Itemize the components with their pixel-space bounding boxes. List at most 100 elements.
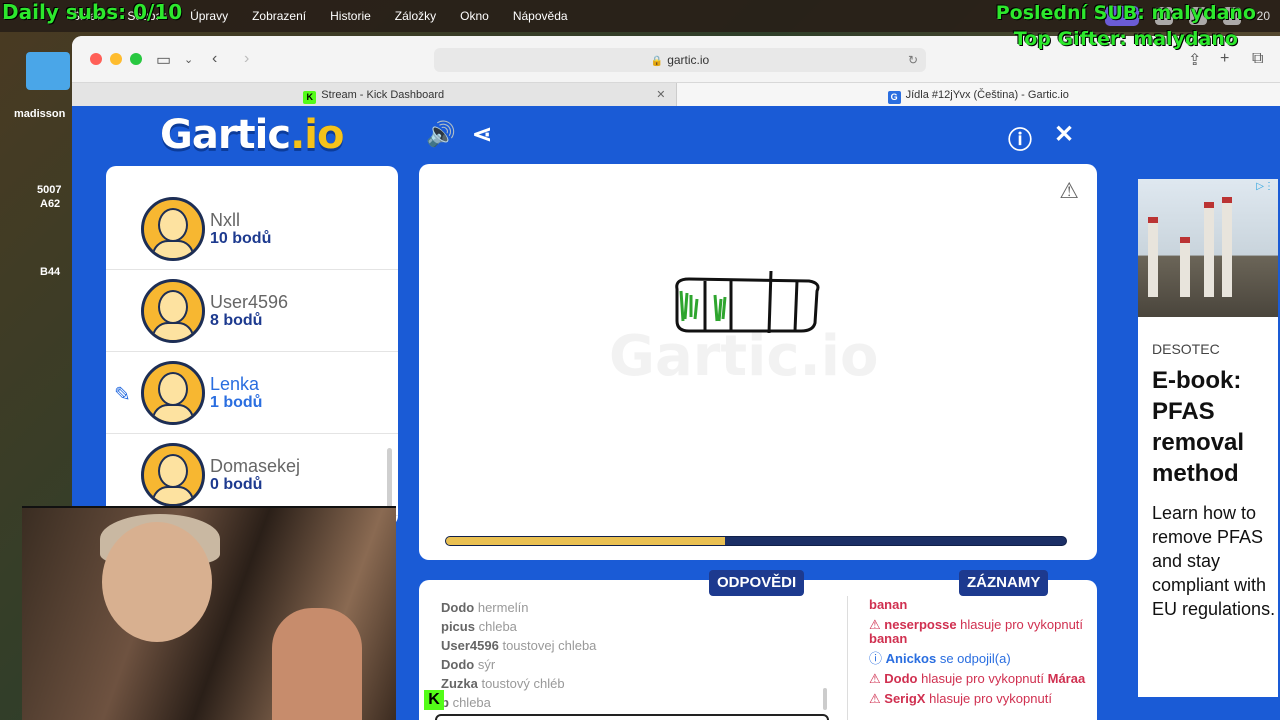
ad-body: Learn how to remove PFAS and stay compli… — [1152, 503, 1276, 619]
address-bar[interactable]: 🔒 gartic.io ↻ — [434, 48, 926, 72]
chat-panel: ODPOVĚDI ZÁZNAMY Dodo hermelín picus chle… — [419, 570, 1097, 720]
top-gifter-text: Top Gifter: malydano — [1013, 28, 1238, 50]
record-item: banan — [869, 598, 1089, 612]
tab-bar: K Stream - Kick Dashboard ✕ G Jídla #12jYv… — [72, 82, 1280, 106]
back-icon[interactable]: ‹ — [212, 50, 217, 68]
player-row[interactable]: Domasekej 0 bodů — [106, 434, 398, 516]
kick-logo-icon: K — [424, 690, 444, 710]
record-item: ⓘ Anickos se odpojil(a) — [869, 652, 1089, 666]
desktop-label-a: 5007 — [37, 184, 62, 196]
close-tab-icon[interactable]: ✕ — [656, 83, 665, 107]
avatar — [141, 443, 205, 507]
answers-tab[interactable]: ODPOVĚDI — [709, 570, 805, 596]
drawing-green-stroke — [679, 290, 699, 322]
answer-text: chleba — [452, 695, 491, 710]
menu-item[interactable]: Okno — [448, 9, 501, 23]
record-target: Máraa — [1047, 671, 1086, 686]
player-row[interactable]: ✎ Lenka 1 bodů — [106, 352, 398, 434]
menubar-clock: 20 — [1256, 9, 1270, 23]
answer-text: sýr — [477, 657, 496, 672]
answers-scrollbar[interactable] — [823, 688, 827, 710]
player-points: 10 bodů — [210, 230, 272, 247]
player-row[interactable]: User4596 8 bodů — [106, 270, 398, 352]
player-drawing — [675, 270, 820, 334]
answer-text: hermelín — [477, 600, 529, 615]
forward-icon[interactable]: › — [244, 50, 249, 68]
chevron-down-icon[interactable]: ⌄ — [184, 53, 193, 66]
tab-overview-icon[interactable]: ⧉ — [1252, 50, 1263, 68]
lock-icon: 🔒 — [650, 56, 664, 67]
share-icon[interactable]: ⋖ — [472, 120, 492, 149]
menu-item[interactable]: Nápověda — [501, 9, 580, 23]
drawing-line — [767, 270, 773, 334]
url-text: gartic.io — [667, 53, 710, 67]
answer-input[interactable] — [435, 714, 829, 720]
panel-divider — [847, 596, 848, 720]
reload-icon[interactable]: ↻ — [908, 48, 918, 72]
close-window-button[interactable] — [90, 53, 102, 65]
close-game-icon[interactable]: ✕ — [1054, 120, 1074, 149]
gartic-favicon-icon: G — [887, 91, 901, 104]
webcam-feed — [22, 506, 396, 720]
info-icon[interactable]: ⓘ — [1008, 120, 1032, 155]
tab-title: Jídla #12jYvx (Čeština) - Gartic.io — [905, 89, 1069, 101]
avatar — [141, 279, 205, 343]
answer-item: Zuzka toustový chléb — [441, 674, 831, 693]
answer-text: chleba — [478, 619, 517, 634]
records-tab[interactable]: ZÁZNAMY — [959, 570, 1049, 596]
ad-brand: DESOTEC — [1152, 341, 1220, 357]
gartic-logo[interactable]: Gartic.io — [160, 112, 344, 158]
player-points: 1 bodů — [210, 394, 263, 411]
answer-user: Zuzka — [441, 676, 478, 691]
avatar-face — [158, 208, 188, 242]
ad-choices-icon[interactable]: ▷⋮ — [1256, 181, 1274, 192]
tab-gartic[interactable]: G Jídla #12jYvx (Čeština) - Gartic.io — [676, 83, 1280, 106]
tab-title: Stream - Kick Dashboard — [321, 89, 445, 101]
avatar-body — [152, 486, 194, 504]
avatar-face — [158, 454, 188, 488]
record-target: banan — [869, 597, 908, 612]
webcam-person — [102, 522, 212, 642]
new-tab-icon[interactable]: + — [1220, 50, 1229, 68]
answer-user: User4596 — [441, 638, 499, 653]
record-text: hlasuje pro vykopnutí — [960, 617, 1084, 632]
record-target: banan — [869, 631, 908, 646]
record-user: Dodo — [884, 671, 918, 686]
menu-item[interactable]: Úpravy — [178, 9, 240, 23]
avatar-face — [158, 372, 188, 406]
record-item: ⚠ SerigX hlasuje pro vykopnutí — [869, 692, 1089, 706]
record-text: hlasuje pro vykopnutí — [921, 671, 1044, 686]
sidebar-icon[interactable]: ▭ — [156, 50, 171, 70]
player-row[interactable]: Nxll 10 bodů — [106, 188, 398, 270]
avatar — [141, 361, 205, 425]
menu-item[interactable]: Záložky — [383, 9, 448, 23]
share-icon[interactable]: ⇪ — [1188, 50, 1201, 70]
record-text: hlasuje pro vykopnutí — [929, 691, 1052, 706]
record-item: ⚠ Dodo hlasuje pro vykopnutí Máraa — [869, 672, 1089, 686]
record-text: se odpojil(a) — [939, 651, 1011, 666]
report-warning-icon[interactable]: ⚠ — [1059, 178, 1079, 204]
menu-item[interactable]: Historie — [318, 9, 383, 23]
player-points: 8 bodů — [210, 312, 263, 329]
chimney-shape — [1204, 202, 1214, 297]
daily-subs-overlay: Daily subs: 0/10 — [2, 0, 183, 24]
chimney-shape — [1180, 237, 1190, 297]
advertisement[interactable]: ▷⋮ DESOTEC E-book: PFAS removal method L… — [1138, 179, 1278, 697]
minimize-window-button[interactable] — [110, 53, 122, 65]
players-list: Nxll 10 bodů User4596 8 bodů ✎ Lenka 1 bodů Dom… — [106, 166, 398, 526]
menu-item[interactable]: Zobrazení — [240, 9, 318, 23]
player-name: Domasekej — [210, 456, 301, 476]
record-user: Anickos — [885, 651, 937, 666]
avatar-body — [152, 240, 194, 258]
window-controls — [90, 53, 142, 65]
avatar — [141, 197, 205, 261]
answer-text: toustový chléb — [481, 676, 565, 691]
sound-icon[interactable]: 🔊 — [426, 120, 456, 149]
tab-kick-dashboard[interactable]: K Stream - Kick Dashboard ✕ — [72, 83, 676, 106]
zoom-window-button[interactable] — [130, 53, 142, 65]
answer-item: User4596 toustovej chleba — [441, 636, 831, 655]
record-user: SerigX — [884, 691, 926, 706]
desktop-folder-icon[interactable] — [26, 52, 70, 90]
drawing-canvas[interactable]: ⚠ Gartic.io — [419, 164, 1097, 560]
desktop-label-b: A62 — [40, 198, 61, 210]
